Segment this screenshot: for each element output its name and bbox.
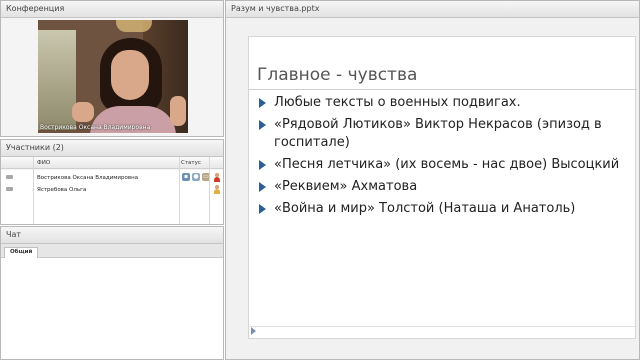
column-divider (33, 157, 34, 224)
column-status[interactable]: Статус (181, 160, 201, 166)
tab-general[interactable]: Общий (4, 247, 39, 258)
video-background-lamp (116, 20, 152, 32)
participant-icon (6, 187, 13, 191)
column-fio[interactable]: ФИО (37, 160, 50, 166)
slide[interactable]: Главное - чувства Любые тексты о военных… (248, 36, 637, 339)
list-item: Любые тексты о военных подвигах. (258, 94, 628, 112)
bullet-arrow-icon (259, 160, 266, 170)
slide-divider (249, 89, 637, 90)
listener-role-icon (213, 185, 220, 194)
slide-bullet-list: Любые тексты о военных подвигах. «Рядово… (258, 94, 628, 222)
video-speaker-name: Вострикова Оксана Владимировна (40, 124, 151, 131)
slide-heading: Главное - чувства (257, 65, 418, 85)
presenter-role-icon (213, 173, 220, 182)
table-row[interactable]: Вострикова Оксана Владимировна ▪ ● ▭ (1, 172, 223, 184)
speaker-left-hand (72, 102, 94, 122)
column-divider (209, 157, 210, 224)
list-item: «Реквием» Ахматова (258, 178, 628, 196)
column-divider (179, 157, 180, 224)
participant-name: Ястребова Ольга (37, 187, 87, 193)
chat-tabs: Общий (1, 244, 223, 258)
bullet-arrow-icon (259, 182, 266, 192)
play-arrow-icon[interactable] (251, 327, 256, 335)
participants-table-header: ФИО Статус (1, 157, 223, 169)
presentation-panel: Разум и чувства.pptx Главное - чувства Л… (225, 0, 640, 360)
bullet-arrow-icon (259, 120, 266, 130)
bullet-text: «Песня летчика» (их восемь - нас двое) В… (274, 157, 620, 172)
speaker-face (111, 50, 149, 100)
bullet-arrow-icon (259, 204, 266, 214)
participant-icon (6, 175, 13, 179)
slide-footer-divider (249, 326, 637, 327)
list-item: «Война и мир» Толстой (Наташа и Анатоль) (258, 200, 628, 218)
presentation-title: Разум и чувства.pptx (226, 1, 639, 18)
chat-title: Чат (1, 227, 223, 244)
chat-messages[interactable] (1, 258, 223, 359)
speaker-right-hand (170, 96, 186, 126)
bullet-text: «Война и мир» Толстой (Наташа и Анатоль) (274, 201, 576, 216)
bullet-text: «Рядовой Лютиков» Виктор Некрасов (эпизо… (274, 117, 602, 150)
bullet-text: «Реквием» Ахматова (274, 179, 418, 194)
conference-panel: Конференция Вострикова Оксана Владимиров… (0, 0, 224, 137)
microphone-icon[interactable]: ● (192, 173, 200, 181)
participants-list: Вострикова Оксана Владимировна ▪ ● ▭ Яст… (1, 170, 223, 224)
participant-status-icons: ▪ ● ▭ (182, 173, 210, 181)
table-row[interactable]: Ястребова Ольга (1, 184, 223, 196)
bullet-text: Любые тексты о военных подвигах. (274, 95, 521, 110)
chat-panel: Чат Общий (0, 226, 224, 360)
participant-name: Вострикова Оксана Владимировна (37, 175, 139, 181)
participants-panel: Участники (2) ФИО Статус Вострикова Окса… (0, 139, 224, 225)
bullet-arrow-icon (259, 98, 266, 108)
conference-title: Конференция (1, 1, 223, 18)
video-background-window (38, 30, 76, 130)
list-item: «Рядовой Лютиков» Виктор Некрасов (эпизо… (258, 116, 628, 152)
list-item: «Песня летчика» (их восемь - нас двое) В… (258, 156, 628, 174)
participants-title: Участники (2) (1, 140, 223, 157)
video-feed[interactable]: Вострикова Оксана Владимировна (38, 20, 188, 133)
camera-icon[interactable]: ▪ (182, 173, 190, 181)
